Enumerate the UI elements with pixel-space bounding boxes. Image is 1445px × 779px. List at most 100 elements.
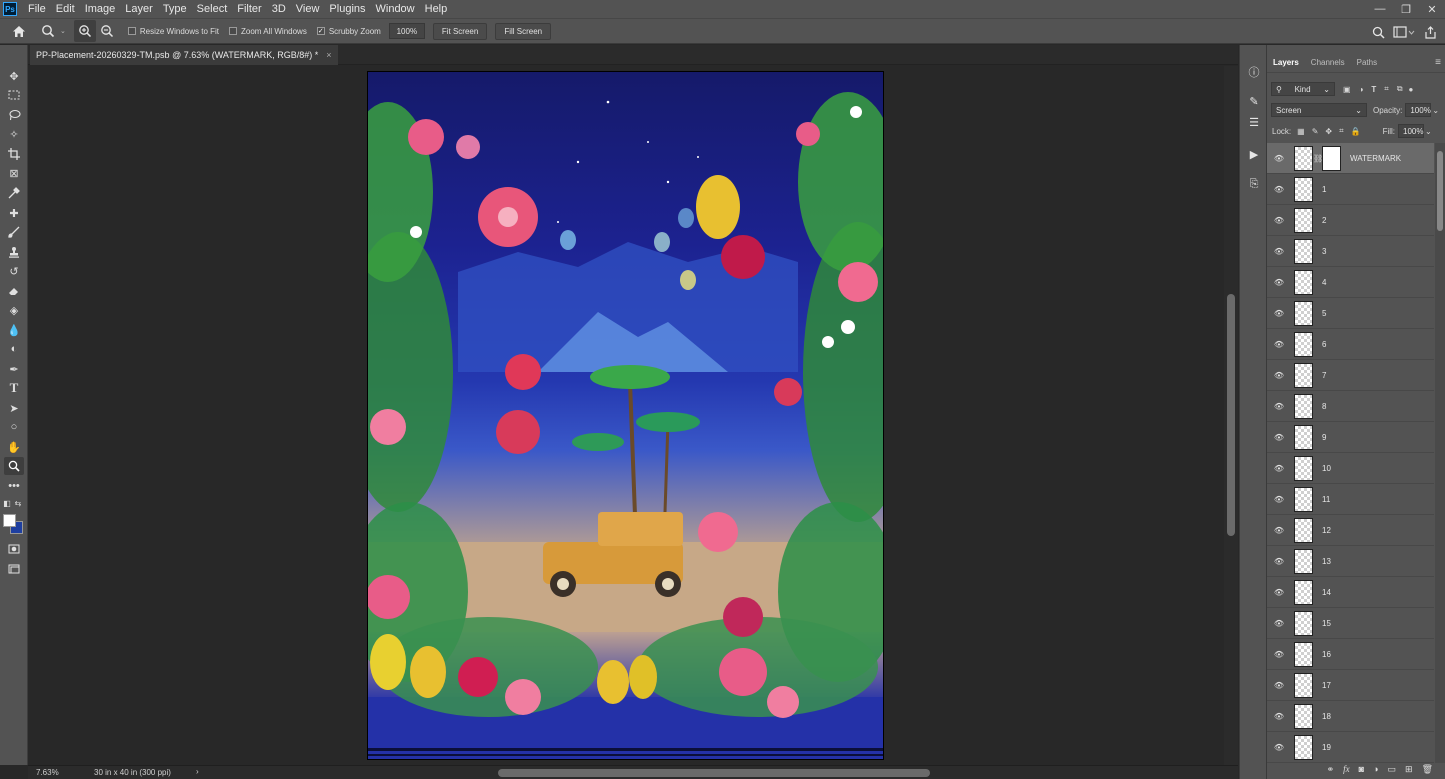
layer-name[interactable]: 8: [1322, 402, 1326, 411]
more-tools-icon[interactable]: •••: [4, 477, 24, 495]
magic-wand-tool-icon[interactable]: ✧: [4, 125, 24, 143]
layer-name[interactable]: 14: [1322, 588, 1331, 597]
eye-icon[interactable]: 👁: [1267, 402, 1291, 411]
layer-row[interactable]: 👁 17: [1267, 670, 1434, 701]
layer-thumbnail[interactable]: [1294, 703, 1313, 729]
eye-icon[interactable]: 👁: [1267, 526, 1291, 535]
layer-name[interactable]: 15: [1322, 619, 1331, 628]
new-layer-icon[interactable]: ⊞: [1405, 764, 1413, 775]
swap-colors-icon[interactable]: ⇆: [12, 498, 24, 508]
layer-thumbnail[interactable]: [1294, 672, 1313, 698]
zoom-percent-field[interactable]: 100%: [388, 23, 425, 39]
layer-name[interactable]: 13: [1322, 557, 1331, 566]
dodge-tool-icon[interactable]: ◐: [4, 340, 24, 358]
chevron-down-icon[interactable]: ⌄: [1425, 127, 1432, 136]
layer-thumbnail[interactable]: [1294, 734, 1313, 760]
actions-play-icon[interactable]: ▶: [1245, 145, 1263, 163]
layer-thumbnail[interactable]: [1294, 579, 1313, 605]
layer-thumbnail[interactable]: [1294, 517, 1313, 543]
frame-tool-icon[interactable]: ⊠: [4, 164, 24, 182]
layer-thumbnail[interactable]: [1294, 176, 1313, 202]
layer-thumbnail[interactable]: [1294, 331, 1313, 357]
layer-mask-thumbnail[interactable]: [1322, 145, 1341, 171]
layer-row[interactable]: 👁 15: [1267, 608, 1434, 639]
zoom-in-icon[interactable]: [73, 20, 96, 42]
layer-row[interactable]: 👁 11: [1267, 484, 1434, 515]
vertical-scroll-thumb[interactable]: [1227, 294, 1235, 536]
add-mask-icon[interactable]: ◙: [1359, 764, 1364, 774]
chevron-down-icon[interactable]: ⌄: [1432, 106, 1439, 115]
eye-icon[interactable]: 👁: [1267, 495, 1291, 504]
layer-thumbnail[interactable]: [1294, 393, 1313, 419]
link-mask-icon[interactable]: ⛓: [1313, 154, 1323, 163]
menu-3d[interactable]: 3D: [267, 0, 291, 18]
chevron-down-icon[interactable]: ⌄: [60, 27, 66, 35]
zoom-tool-icon[interactable]: [4, 457, 24, 475]
menu-filter[interactable]: Filter: [232, 0, 266, 18]
tab-layers[interactable]: Layers: [1267, 53, 1305, 73]
layer-name[interactable]: 16: [1322, 650, 1331, 659]
history-brush-tool-icon[interactable]: ↺: [4, 262, 24, 280]
layer-row[interactable]: 👁 18: [1267, 701, 1434, 732]
vertical-scrollbar[interactable]: [1224, 66, 1238, 765]
scrubby-zoom-checkbox[interactable]: ✓ Scrubby Zoom: [316, 27, 381, 36]
path-selection-tool-icon[interactable]: ➤: [4, 399, 24, 417]
layer-name[interactable]: 10: [1322, 464, 1331, 473]
share-icon[interactable]: [1419, 21, 1441, 43]
lasso-tool-icon[interactable]: [4, 106, 24, 124]
adjustments-icon[interactable]: ☰: [1245, 113, 1263, 131]
move-tool-icon[interactable]: ✥: [4, 67, 24, 85]
layer-row[interactable]: 👁 1: [1267, 174, 1434, 205]
opacity-field[interactable]: 100%: [1405, 103, 1432, 117]
filter-toggle-icon[interactable]: ●: [1409, 85, 1414, 94]
zoom-all-windows-checkbox[interactable]: Zoom All Windows: [229, 27, 307, 36]
blur-tool-icon[interactable]: 💧: [4, 321, 24, 339]
history-icon[interactable]: ⎘: [1245, 175, 1263, 193]
layer-name[interactable]: WATERMARK: [1350, 154, 1401, 163]
layer-thumbnail[interactable]: [1294, 548, 1313, 574]
checkbox-unchecked-icon[interactable]: [229, 27, 238, 35]
menu-file[interactable]: File: [23, 0, 51, 18]
fill-screen-button[interactable]: Fill Screen: [495, 22, 552, 40]
layer-thumbnail[interactable]: [1294, 424, 1313, 450]
filter-shape-icon[interactable]: ⌗: [1384, 84, 1389, 94]
eye-icon[interactable]: 👁: [1267, 681, 1291, 690]
workspace-icon[interactable]: [1389, 21, 1419, 43]
menu-plugins[interactable]: Plugins: [324, 0, 370, 18]
type-tool-icon[interactable]: T: [4, 379, 24, 397]
layer-thumbnail[interactable]: [1294, 641, 1313, 667]
horizontal-scroll-thumb[interactable]: [498, 769, 930, 777]
layers-scrollbar[interactable]: [1435, 143, 1445, 763]
layer-row[interactable]: 👁 7: [1267, 360, 1434, 391]
zoom-out-icon[interactable]: [96, 20, 118, 42]
lock-image-icon[interactable]: ✎: [1312, 127, 1319, 136]
layer-name[interactable]: 1: [1322, 185, 1326, 194]
panel-menu-icon[interactable]: ≡: [1435, 57, 1441, 68]
layer-name[interactable]: 3: [1322, 247, 1326, 256]
fill-field[interactable]: 100%: [1398, 124, 1425, 138]
eye-icon[interactable]: 👁: [1267, 371, 1291, 380]
eye-icon[interactable]: 👁: [1267, 340, 1291, 349]
document-canvas[interactable]: [367, 71, 884, 760]
layer-name[interactable]: 12: [1322, 526, 1331, 535]
layer-row[interactable]: 👁 8: [1267, 391, 1434, 422]
info-icon[interactable]: ⓘ: [1245, 63, 1263, 81]
layer-name[interactable]: 4: [1322, 278, 1326, 287]
eye-icon[interactable]: 👁: [1267, 216, 1291, 225]
home-icon[interactable]: [8, 20, 30, 42]
menu-select[interactable]: Select: [192, 0, 233, 18]
marquee-tool-icon[interactable]: [4, 86, 24, 104]
lock-artboard-icon[interactable]: ⌗: [1339, 126, 1344, 136]
status-menu-arrow-icon[interactable]: ›: [196, 767, 199, 776]
canvas-area[interactable]: [28, 66, 1224, 765]
menu-layer[interactable]: Layer: [120, 0, 158, 18]
layer-thumbnail[interactable]: [1294, 269, 1313, 295]
layer-row[interactable]: 👁 14: [1267, 577, 1434, 608]
menu-edit[interactable]: Edit: [51, 0, 80, 18]
eye-icon[interactable]: 👁: [1267, 247, 1291, 256]
brush-tool-icon[interactable]: [4, 223, 24, 241]
minimize-icon[interactable]: —: [1367, 0, 1393, 18]
document-tab[interactable]: PP-Placement-20260329-TM.psb @ 7.63% (WA…: [30, 45, 338, 65]
layer-thumbnail[interactable]: [1294, 238, 1313, 264]
layers-scroll-thumb[interactable]: [1437, 151, 1443, 231]
